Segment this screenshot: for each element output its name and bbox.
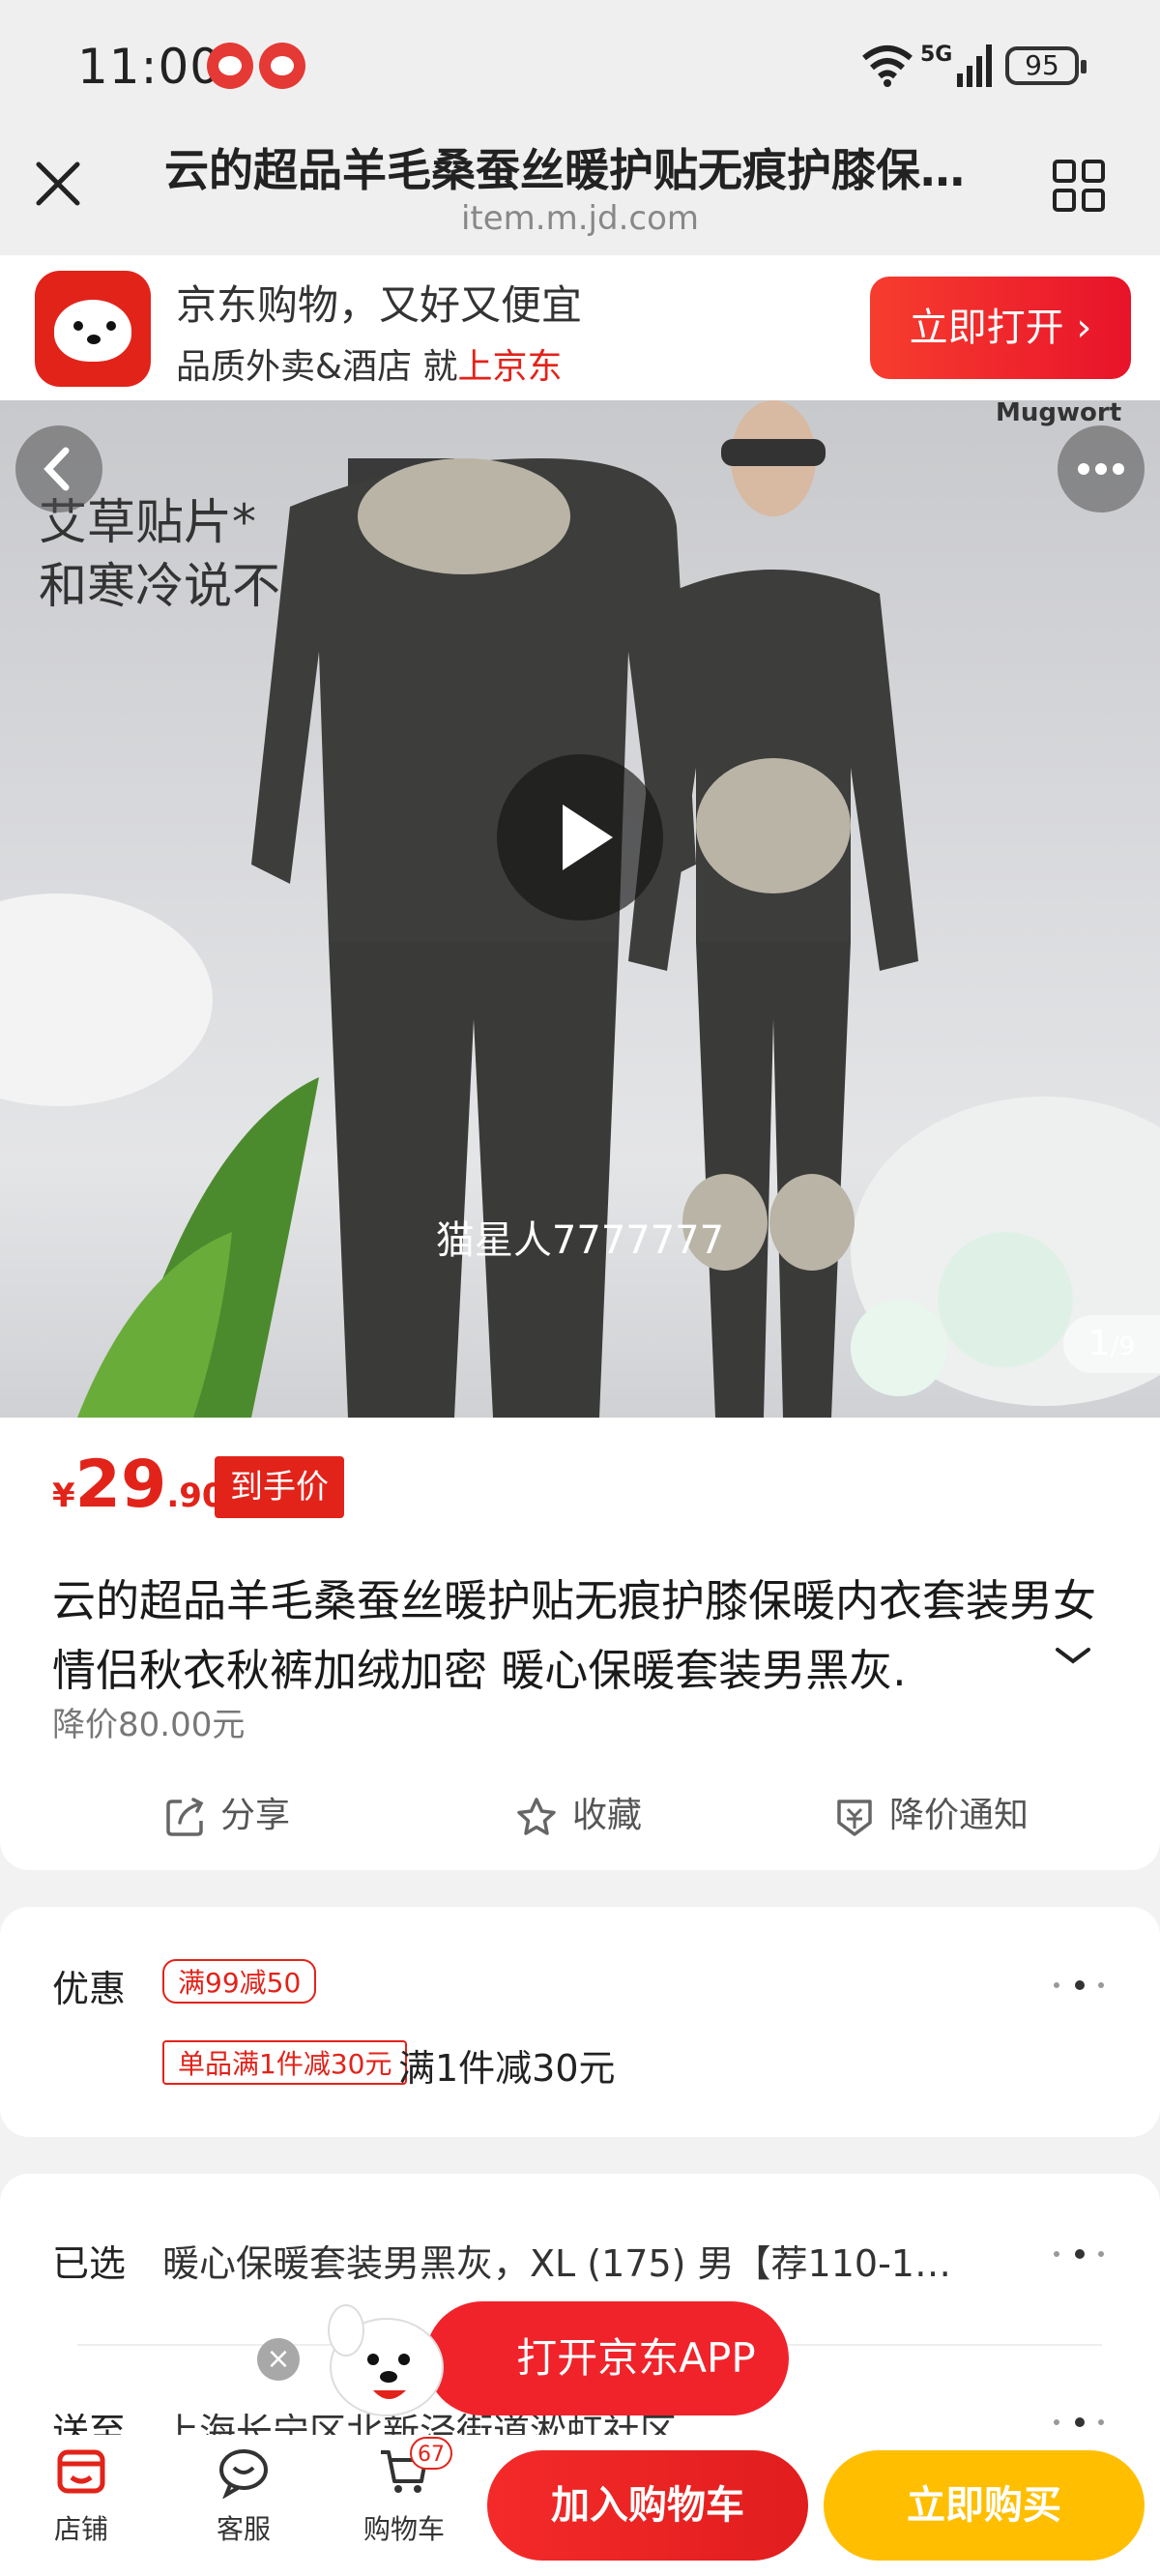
image-watermark: 猫星人7777777: [435, 1218, 725, 1263]
brand-mark: Mugwort: [996, 398, 1122, 427]
battery-indicator: 95: [1005, 46, 1087, 85]
discount-badge: 单品满1件减30元: [162, 2040, 408, 2085]
chat-bubble-icon: [219, 2449, 268, 2499]
close-icon[interactable]: [33, 159, 83, 209]
status-time: 11:00: [77, 39, 222, 95]
close-icon[interactable]: ×: [257, 2338, 300, 2381]
more-dots-icon: [1078, 463, 1124, 475]
final-price-badge: 到手价: [215, 1456, 344, 1518]
banner-subline: 品质外卖&酒店 就上京东: [176, 347, 563, 387]
shop-icon: [57, 2449, 105, 2494]
more-button[interactable]: [1058, 425, 1145, 512]
product-title: 云的超品羊毛桑蚕丝暖护贴无痕护膝保暖内衣套装男女情侣秋衣秋裤加绒加密 暖心保暖套…: [52, 1575, 1097, 1696]
shop-tab[interactable]: 店铺: [23, 2444, 139, 2547]
banner-headline: 京东购物，又好又便宜: [176, 281, 583, 329]
jd-app-logo: [35, 271, 151, 387]
share-icon: [166, 1798, 204, 1836]
favorite-button[interactable]: 收藏: [514, 1787, 642, 1838]
more-dots-icon[interactable]: [1054, 2415, 1108, 2429]
open-jd-app-button[interactable]: 打开京东APP: [425, 2301, 789, 2415]
play-icon: [563, 805, 613, 870]
image-counter: 1/9: [1063, 1315, 1160, 1373]
price-alert-button[interactable]: 降价通知: [833, 1787, 1029, 1838]
price-tag-icon: [837, 1800, 872, 1836]
promotions-card[interactable]: [0, 1907, 1160, 2137]
coupon-badge: 满99减50: [162, 1959, 317, 2004]
chevron-left-icon: [44, 447, 70, 491]
buy-now-button[interactable]: 立即购买: [824, 2450, 1145, 2561]
price-drop-text: 降价80.00元: [52, 1706, 246, 1744]
more-dots-icon[interactable]: [1054, 2247, 1108, 2261]
page-url: item.m.jd.com: [460, 199, 699, 238]
notification-app-icon: [207, 43, 253, 89]
selected-spec[interactable]: 暖心保暖套装男黑灰，XL (175) 男【荐110-130斤】: [162, 2234, 974, 2287]
network-type: 5G: [920, 43, 953, 67]
hero-overlay-text: 和寒冷说不: [39, 558, 280, 614]
share-button[interactable]: 分享: [164, 1787, 290, 1838]
customer-service-tab[interactable]: 客服: [186, 2444, 302, 2547]
page-title: 云的超品羊毛桑蚕丝暖护贴无痕护膝保暖内衣套装男女情侣秋衣秋裤加绒加密: [164, 144, 996, 196]
grid-menu-icon[interactable]: [1052, 159, 1106, 213]
open-app-button[interactable]: 立即打开 ›: [870, 277, 1131, 379]
jd-mascot-icon: [328, 2304, 444, 2416]
more-dots-icon[interactable]: [1054, 1978, 1108, 1992]
play-video-button[interactable]: [497, 754, 663, 921]
price: ¥29.90: [52, 1447, 225, 1523]
star-icon: [517, 1798, 556, 1835]
discount-description: 满1件减30元: [398, 2047, 616, 2090]
back-button[interactable]: [15, 425, 102, 512]
cart-count-badge: 67: [410, 2437, 452, 2470]
wifi-icon: [862, 45, 913, 87]
chevron-down-icon[interactable]: [1054, 1644, 1092, 1667]
selected-label: 已选: [52, 2242, 127, 2285]
add-to-cart-button[interactable]: 加入购物车: [487, 2450, 808, 2561]
notification-app-icon: [259, 43, 305, 89]
promotions-label: 优惠: [52, 1968, 127, 2010]
signal-icon: [957, 44, 992, 87]
